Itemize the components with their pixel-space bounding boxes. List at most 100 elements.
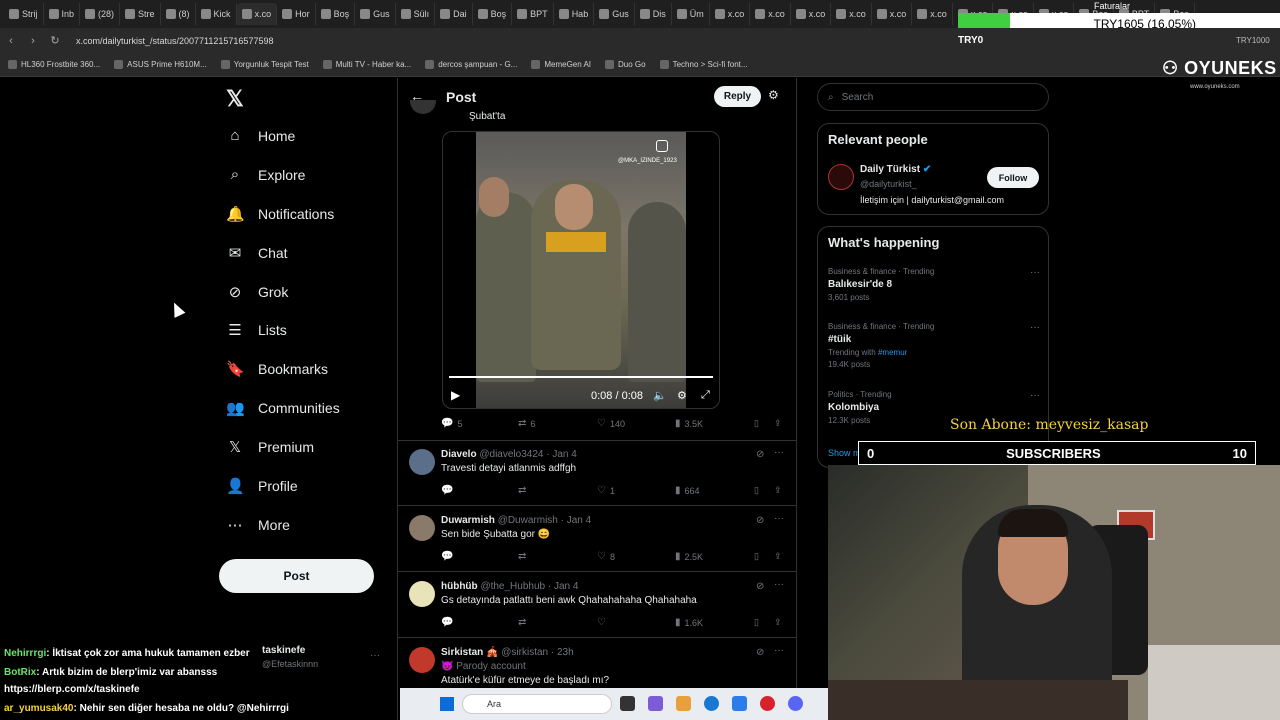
- url-field[interactable]: x.com/dailyturkist_/status/2007711215716…: [76, 36, 273, 46]
- reply-name[interactable]: Sirkistan 🎪: [441, 647, 498, 658]
- discord-icon[interactable]: [788, 696, 803, 711]
- volume-icon[interactable]: 🔈: [653, 389, 667, 402]
- bookmark-item[interactable]: Multi TV - Haber ka...: [322, 60, 411, 69]
- nav-item-lists[interactable]: ☰ Lists: [226, 321, 287, 339]
- video-progress-bar[interactable]: [449, 376, 713, 378]
- nav-item-more[interactable]: ⋯ More: [226, 516, 290, 534]
- browser-tab[interactable]: BPT: [512, 3, 554, 25]
- nav-item-notifications[interactable]: 🔔 Notifications: [226, 205, 334, 223]
- trend-more-icon[interactable]: ···: [1030, 322, 1040, 333]
- more-icon[interactable]: ···: [774, 513, 784, 524]
- bookmark-item[interactable]: MemeGen AI: [531, 60, 591, 69]
- reply-action[interactable]: 💬 5: [441, 418, 462, 429]
- extension-label[interactable]: TRY1000: [1236, 36, 1270, 45]
- like-action[interactable]: ♡ 1: [597, 485, 615, 496]
- views-action[interactable]: ▮ 1.6K: [675, 617, 703, 628]
- opera-icon[interactable]: [760, 696, 775, 711]
- reply-avatar[interactable]: [409, 581, 435, 607]
- browser-tab[interactable]: Dis: [635, 3, 672, 25]
- nav-item-home[interactable]: ⌂ Home: [226, 127, 295, 144]
- repost-action[interactable]: ⇄: [518, 617, 530, 628]
- browser-tab[interactable]: x.co: [750, 3, 791, 25]
- taskbar-search[interactable]: Ara: [462, 694, 612, 714]
- browser-tab[interactable]: x.co: [710, 3, 751, 25]
- bookmark-item[interactable]: Yorgunluk Tespit Test: [220, 60, 309, 69]
- sliders-icon[interactable]: ⚙: [768, 88, 779, 102]
- browser-tab[interactable]: x.co: [236, 3, 278, 25]
- repost-action[interactable]: ⇄ 6: [518, 418, 535, 429]
- reply-avatar[interactable]: [409, 449, 435, 475]
- file-explorer-icon[interactable]: [676, 696, 691, 711]
- bookmark-item[interactable]: Duo Go: [605, 60, 646, 69]
- reply-name[interactable]: Diavelo: [441, 449, 477, 460]
- settings-icon[interactable]: ⚙: [677, 389, 687, 402]
- profile-label[interactable]: TRY0: [958, 35, 983, 46]
- task-view-icon[interactable]: [620, 696, 635, 711]
- nav-item-chat[interactable]: ✉ Chat: [226, 244, 288, 262]
- trend-more-icon[interactable]: ···: [1030, 390, 1040, 401]
- bookmark-item[interactable]: ASUS Prime H610M...: [114, 60, 207, 69]
- bookmark-item[interactable]: HL360 Frostbite 360...: [8, 60, 100, 69]
- account-name[interactable]: taskinefe: [262, 645, 305, 656]
- nav-item-bookmarks[interactable]: 🔖 Bookmarks: [226, 360, 328, 378]
- repost-action[interactable]: ⇄: [518, 551, 530, 562]
- trend-more-icon[interactable]: ···: [1030, 267, 1040, 278]
- bookmark-item[interactable]: dercos şampuan - G...: [425, 60, 517, 69]
- windows-start-icon[interactable]: [440, 697, 454, 711]
- nav-item-premium[interactable]: 𝕏 Premium: [226, 438, 314, 456]
- grok-icon[interactable]: ⊘: [756, 647, 764, 658]
- share-icon[interactable]: ⇪: [774, 617, 782, 628]
- back-icon[interactable]: ‹: [0, 35, 22, 47]
- account-more-icon[interactable]: ···: [370, 650, 380, 661]
- browser-tab[interactable]: Dai: [435, 3, 473, 25]
- bookmark-icon[interactable]: ▯: [754, 485, 759, 496]
- like-action[interactable]: ♡ 8: [597, 551, 615, 562]
- reply-action[interactable]: 💬: [441, 551, 457, 562]
- browser-tab[interactable]: Hab: [554, 3, 595, 25]
- browser-tab[interactable]: x.co: [831, 3, 872, 25]
- views-action[interactable]: ▮ 2.5K: [675, 551, 703, 562]
- bookmark-item[interactable]: Techno > Sci-fi font...: [659, 60, 748, 69]
- nav-item-grok[interactable]: ⊘ Grok: [226, 283, 289, 301]
- grok-icon[interactable]: ⊘: [756, 449, 764, 460]
- more-icon[interactable]: ···: [774, 645, 784, 656]
- share-icon[interactable]: ⇪: [774, 551, 782, 562]
- reply-avatar[interactable]: [409, 647, 435, 673]
- browser-tab[interactable]: Inb: [44, 3, 81, 25]
- browser-tab[interactable]: Sülı: [396, 3, 436, 25]
- trend-with-tag[interactable]: #memur: [878, 348, 907, 357]
- more-icon[interactable]: ···: [774, 447, 784, 458]
- trend-item[interactable]: Business & finance · Trending #tüik Trendi…: [828, 322, 1040, 369]
- browser-tab[interactable]: x.co: [872, 3, 913, 25]
- x-logo[interactable]: 𝕏: [226, 86, 244, 112]
- browser-tab[interactable]: (28): [80, 3, 121, 25]
- video-player[interactable]: @MKA_IZINDE_1923 ▶ 0:08 / 0:08 🔈 ⚙ ⤢: [442, 131, 720, 409]
- repost-action[interactable]: ⇄: [518, 485, 530, 496]
- browser-tab[interactable]: Stre: [120, 3, 161, 25]
- grok-icon[interactable]: ⊘: [756, 581, 764, 592]
- copilot-icon[interactable]: [648, 696, 663, 711]
- nav-item-profile[interactable]: 👤 Profile: [226, 477, 298, 495]
- browser-tab[interactable]: Gus: [355, 3, 396, 25]
- reply-button[interactable]: Reply: [714, 86, 761, 107]
- nav-item-communities[interactable]: 👥 Communities: [226, 399, 340, 417]
- like-action[interactable]: ♡ 140: [597, 418, 625, 429]
- post-button[interactable]: Post: [219, 559, 374, 593]
- browser-tab[interactable]: Boş: [473, 3, 513, 25]
- browser-tab[interactable]: Üm: [672, 3, 710, 25]
- browser-tab[interactable]: Gus: [594, 3, 635, 25]
- browser-tab[interactable]: x.co: [912, 3, 953, 25]
- reply-action[interactable]: 💬: [441, 485, 457, 496]
- trend-item[interactable]: Business & finance · Trending Balıkesir'd…: [828, 267, 1040, 302]
- browser-tab[interactable]: Hor: [277, 3, 316, 25]
- browser-tab[interactable]: (8): [161, 3, 196, 25]
- edge-icon[interactable]: [704, 696, 719, 711]
- outlook-icon[interactable]: [732, 696, 747, 711]
- forward-icon[interactable]: ›: [22, 35, 44, 47]
- bookmark-icon[interactable]: ▯: [754, 617, 759, 628]
- views-action[interactable]: ▮ 664: [675, 485, 700, 496]
- follow-button[interactable]: Follow: [987, 167, 1039, 188]
- like-action[interactable]: ♡: [597, 617, 610, 628]
- bookmark-icon[interactable]: ▯: [754, 551, 759, 562]
- play-icon[interactable]: ▶: [451, 388, 460, 402]
